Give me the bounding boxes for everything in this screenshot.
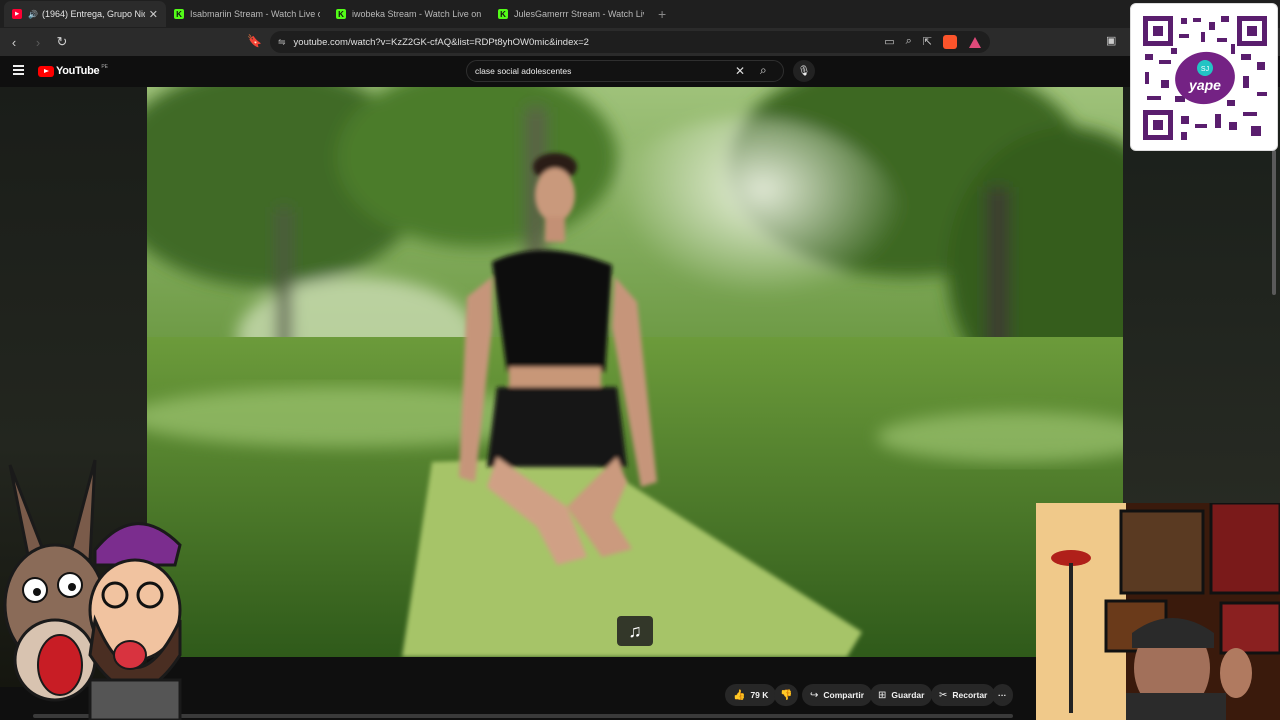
speaker-icon[interactable]: 🔊 bbox=[28, 10, 38, 19]
save-label: Guardar bbox=[891, 690, 925, 700]
youtube-masthead: YouTube PE clase social adolescentes ✕ ⌕… bbox=[0, 56, 1130, 87]
tab-youtube[interactable]: ▶ 🔊 (1964) Entrega, Grupo Niche ✕ bbox=[4, 1, 166, 27]
url-text: youtube.com/watch?v=KzZ2GK-cfAQ&list=RDP… bbox=[293, 36, 589, 48]
search-value: clase social adolescentes bbox=[475, 66, 572, 76]
share-arrow-icon: ↪ bbox=[810, 689, 819, 701]
bookmark-icon[interactable]: 🔖 bbox=[247, 34, 262, 50]
streamer-mascot-image bbox=[0, 455, 200, 720]
brave-rewards-icon[interactable] bbox=[968, 35, 982, 49]
clear-search-icon[interactable]: ✕ bbox=[735, 64, 745, 78]
more-actions-button[interactable]: ··· bbox=[992, 684, 1013, 706]
dislike-button[interactable]: 👎 bbox=[774, 684, 799, 706]
tab-title: Isabmariin Stream - Watch Live o bbox=[190, 9, 320, 19]
clip-label: Recortar bbox=[952, 690, 988, 700]
video-frame bbox=[147, 87, 1123, 657]
microphone-icon[interactable]: 🎙 bbox=[793, 60, 815, 82]
browser-toolbar: ‹ › ↻ 🔖 ⇋ youtube.com/watch?v=KzZ2GK-cfA… bbox=[0, 28, 1280, 56]
share-icon[interactable]: ⇱ bbox=[923, 35, 932, 49]
qr-code-image: SJ yape bbox=[1143, 16, 1267, 140]
forward-button[interactable]: › bbox=[28, 32, 48, 52]
tab-kick-isabmariin[interactable]: K Isabmariin Stream - Watch Live o bbox=[166, 1, 328, 27]
yape-logo-text: yape bbox=[1188, 77, 1221, 93]
video-actions: 👍 79 K 👎 ↪ Compartir ⊞ Guardar ✂ Recorta… bbox=[147, 657, 1037, 720]
address-bar-actions: ▭ ⌕ ⇱ bbox=[884, 35, 982, 49]
country-code: PE bbox=[101, 64, 108, 70]
video-player[interactable] bbox=[147, 87, 1123, 657]
tab-kick-julesgamerrr[interactable]: K JulesGamerrr Stream - Watch Live on bbox=[490, 1, 652, 27]
like-button[interactable]: 👍 79 K bbox=[725, 684, 777, 706]
brave-shields-icon[interactable] bbox=[943, 35, 957, 49]
search-icon[interactable]: ⌕ bbox=[760, 63, 767, 78]
tab-title: iwobeka Stream - Watch Live on Kick bbox=[352, 9, 482, 19]
tab-kick-iwobeka[interactable]: K iwobeka Stream - Watch Live on Kick bbox=[328, 1, 490, 27]
kick-icon: K bbox=[174, 9, 184, 19]
address-bar[interactable]: ⇋ youtube.com/watch?v=KzZ2GK-cfAQ&list=R… bbox=[270, 31, 990, 53]
scissors-icon: ✂ bbox=[939, 689, 948, 701]
close-tab-icon[interactable]: ✕ bbox=[149, 8, 158, 21]
webcam-feed bbox=[1036, 503, 1280, 720]
site-info-icon[interactable]: ⇋ bbox=[278, 37, 286, 48]
youtube-play-icon bbox=[38, 65, 54, 77]
menu-icon[interactable] bbox=[13, 65, 24, 75]
youtube-icon: ▶ bbox=[12, 9, 22, 19]
reload-button[interactable]: ↻ bbox=[52, 32, 72, 52]
cast-icon[interactable]: ▭ bbox=[884, 35, 894, 49]
clip-button[interactable]: ✂ Recortar bbox=[931, 684, 996, 706]
streamer-webcam bbox=[1036, 503, 1280, 720]
save-icon: ⊞ bbox=[878, 689, 887, 701]
side-panel-icon[interactable]: ▣ bbox=[1106, 34, 1116, 47]
yape-qr-code: SJ yape bbox=[1130, 3, 1278, 151]
browser-tab-strip: ▶ 🔊 (1964) Entrega, Grupo Niche ✕ K Isab… bbox=[0, 0, 1280, 28]
new-tab-button[interactable]: + bbox=[658, 6, 666, 22]
tab-title: JulesGamerrr Stream - Watch Live on bbox=[514, 9, 644, 19]
mascot-illustration bbox=[3, 459, 182, 720]
tab-title: (1964) Entrega, Grupo Niche bbox=[41, 9, 145, 19]
thumbs-down-icon: 👎 bbox=[780, 689, 793, 701]
share-label: Compartir bbox=[823, 690, 865, 700]
share-button[interactable]: ↪ Compartir bbox=[802, 684, 873, 706]
youtube-logo[interactable]: YouTube PE bbox=[38, 64, 108, 77]
music-button[interactable]: ♫ bbox=[617, 616, 653, 646]
thumbs-up-icon: 👍 bbox=[733, 689, 746, 701]
save-button[interactable]: ⊞ Guardar bbox=[870, 684, 933, 706]
like-count: 79 K bbox=[750, 690, 769, 700]
qr-initials: SJ bbox=[1201, 66, 1209, 73]
youtube-wordmark: YouTube bbox=[56, 65, 100, 77]
vertical-scrollbar[interactable] bbox=[1272, 150, 1276, 295]
kick-icon: K bbox=[498, 9, 508, 19]
screen: ▶ 🔊 (1964) Entrega, Grupo Niche ✕ K Isab… bbox=[0, 0, 1280, 720]
back-button[interactable]: ‹ bbox=[4, 32, 24, 52]
kick-icon: K bbox=[336, 9, 346, 19]
zoom-icon[interactable]: ⌕ bbox=[906, 35, 912, 49]
